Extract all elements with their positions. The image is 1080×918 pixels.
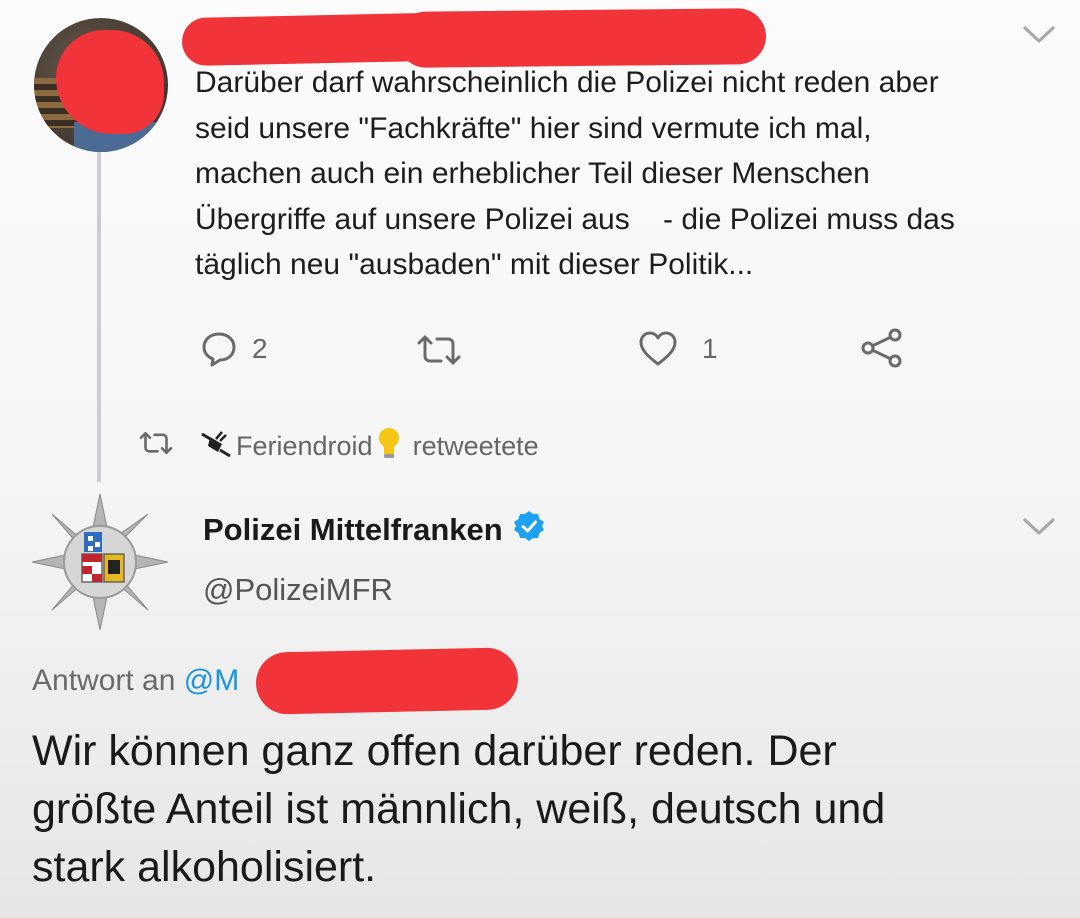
tweet2-line: größte Anteil ist männlich, weiß, deutsc… bbox=[32, 785, 886, 833]
tweet1-line: Darüber darf wahrscheinlich die Polizei … bbox=[195, 66, 939, 99]
share-icon bbox=[860, 328, 904, 368]
reply-count: 2 bbox=[252, 333, 268, 364]
tweet1-line: seid unsere "Fachkräfte" hier sind vermu… bbox=[195, 111, 872, 145]
retweet-action-label: retweetete bbox=[412, 431, 539, 461]
display-name-row: Polizei Mittelfranken bbox=[203, 510, 545, 550]
tweet1-line: täglich neu "ausbaden" mit dieser Politi… bbox=[195, 248, 754, 281]
tweet1-actions: 2 1 bbox=[0, 326, 1080, 376]
display-name[interactable]: Polizei Mittelfranken bbox=[203, 512, 503, 548]
retweet-button[interactable] bbox=[415, 334, 463, 366]
reply-to-line: Antwort an @M bbox=[32, 664, 239, 698]
like-button[interactable]: 1 bbox=[638, 330, 718, 368]
police-star-icon bbox=[31, 493, 169, 631]
reply-prefix: Antwort an bbox=[32, 664, 184, 697]
redaction-handle bbox=[397, 8, 767, 68]
tweet2-line: Wir können ganz offen darüber reden. Der bbox=[32, 727, 837, 775]
like-count: 1 bbox=[702, 333, 718, 364]
thread-line bbox=[97, 152, 101, 482]
tweet2-line: stark alkoholisiert. bbox=[32, 843, 377, 891]
share-button[interactable] bbox=[860, 328, 904, 368]
redaction-mention bbox=[255, 647, 519, 715]
police-badge-avatar[interactable] bbox=[30, 492, 170, 637]
reply-mention[interactable]: @M bbox=[184, 664, 239, 698]
plug-icon bbox=[200, 428, 234, 465]
like-icon bbox=[638, 330, 678, 368]
retweet-icon bbox=[415, 334, 463, 366]
chevron-down-icon[interactable] bbox=[1022, 24, 1056, 51]
tweet2-text: Wir können ganz offen darüber reden. Der… bbox=[32, 722, 1062, 896]
retweeter-name[interactable]: Feriendroid bbox=[236, 431, 373, 462]
tweet1-line: machen auch ein erheblicher Teil dieser … bbox=[195, 157, 870, 190]
retweet-notice: Feriendroid retweetete bbox=[138, 426, 539, 467]
verified-icon bbox=[513, 510, 545, 550]
tweet1-text: Darüber darf wahrscheinlich die Polizei … bbox=[195, 60, 1065, 288]
reply-button[interactable]: 2 bbox=[200, 330, 268, 368]
handle[interactable]: @PolizeiMFR bbox=[203, 572, 393, 608]
tweet1-line: Übergriffe auf unsere Polizei aus - die … bbox=[195, 202, 955, 236]
reply-icon bbox=[200, 330, 238, 368]
chevron-down-icon[interactable] bbox=[1022, 516, 1056, 543]
retweet-small-icon bbox=[138, 430, 174, 463]
lightbulb-icon bbox=[377, 426, 401, 467]
